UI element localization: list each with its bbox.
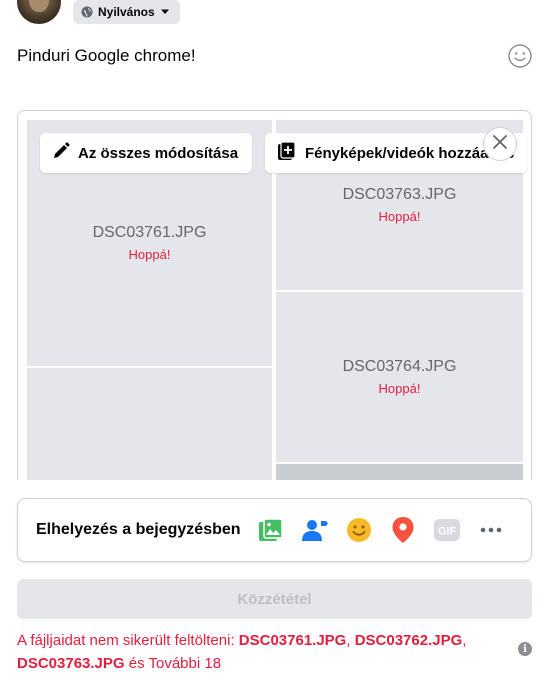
tag-people-icon[interactable] xyxy=(293,512,337,548)
pencil-icon xyxy=(52,142,70,164)
edit-all-label: Az összes módosítása xyxy=(78,144,239,162)
error-suffix: és További 18 xyxy=(124,655,222,672)
caret-down-icon xyxy=(160,9,170,15)
svg-text:GIF: GIF xyxy=(438,526,457,538)
media-filename: DSC03763.JPG xyxy=(342,186,457,203)
close-media-button[interactable] xyxy=(483,127,517,161)
info-icon[interactable]: i xyxy=(518,642,532,656)
error-prefix: A fájljaidat nem sikerült feltölteni: xyxy=(17,632,239,649)
error-file-link[interactable]: DSC03762.JPG xyxy=(355,632,463,649)
feeling-icon[interactable] xyxy=(337,512,381,548)
media-tile[interactable] xyxy=(27,368,272,480)
add-to-post-label: Elhelyezés a bejegyzésben xyxy=(36,521,241,538)
publish-button[interactable]: Közzététel xyxy=(17,579,532,619)
error-separator: , xyxy=(462,632,467,649)
media-filename: DSC03764.JPG xyxy=(342,358,457,375)
media-grid: DSC03761.JPG Hoppá! DSC03763.JPG Hoppá! … xyxy=(27,120,523,480)
photo-video-icon[interactable] xyxy=(249,512,293,548)
emoji-icon[interactable] xyxy=(507,43,533,69)
error-file-link[interactable]: DSC03761.JPG xyxy=(239,632,347,649)
media-error: Hoppá! xyxy=(378,209,421,224)
media-tile[interactable]: DSC03764.JPG Hoppá! xyxy=(276,292,523,462)
privacy-label: Nyilvános xyxy=(98,5,155,19)
more-icon[interactable] xyxy=(469,512,513,548)
media-tile[interactable] xyxy=(276,464,523,480)
media-error: Hoppá! xyxy=(378,381,421,396)
globe-icon xyxy=(81,6,93,18)
edit-all-button[interactable]: Az összes módosítása xyxy=(40,133,252,173)
media-filename: DSC03761.JPG xyxy=(92,224,207,241)
upload-error-message: A fájljaidat nem sikerült feltölteni: DS… xyxy=(17,629,507,675)
check-in-icon[interactable] xyxy=(381,512,425,548)
add-to-post-icons: GIF xyxy=(249,512,513,548)
add-to-post-bar: Elhelyezés a bejegyzésben GIF xyxy=(17,498,532,562)
post-text[interactable]: Pinduri Google chrome! xyxy=(17,46,196,66)
gif-icon: GIF xyxy=(425,512,469,548)
close-icon xyxy=(493,134,507,154)
error-separator: , xyxy=(346,632,355,649)
error-file-link[interactable]: DSC03763.JPG xyxy=(17,655,125,672)
avatar-face xyxy=(29,0,49,12)
avatar[interactable] xyxy=(17,0,61,24)
media-error: Hoppá! xyxy=(128,247,171,262)
add-photo-icon xyxy=(277,141,297,165)
privacy-selector[interactable]: Nyilvános xyxy=(73,0,180,24)
